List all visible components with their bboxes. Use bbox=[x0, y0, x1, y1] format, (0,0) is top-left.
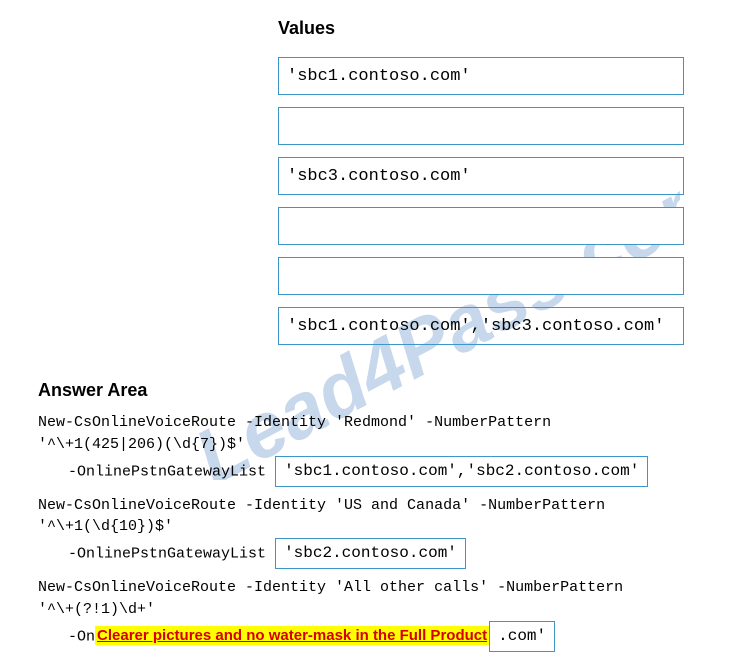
command-block: New-CsOnlineVoiceRoute -Identity 'US and… bbox=[38, 495, 708, 570]
promo-banner: Clearer pictures and no water-mask in th… bbox=[95, 626, 489, 645]
value-box[interactable] bbox=[278, 207, 684, 245]
gateway-prefix: -OnlinePstnGatewayList bbox=[68, 546, 266, 563]
value-text: 'sbc1.contoso.com','sbc3.contoso.com' bbox=[287, 317, 664, 336]
drop-target-box[interactable]: 'sbc2.contoso.com' bbox=[275, 538, 466, 569]
command-line: '^\+(?!1)\d+' bbox=[38, 599, 708, 621]
gateway-prefix: -On bbox=[68, 628, 95, 645]
value-text: 'sbc3.contoso.com' bbox=[287, 167, 471, 186]
drop-target-box[interactable]: .com' bbox=[489, 621, 555, 652]
answer-area: New-CsOnlineVoiceRoute -Identity 'Redmon… bbox=[38, 412, 708, 660]
value-box[interactable]: 'sbc1.contoso.com' bbox=[278, 57, 684, 95]
command-block: New-CsOnlineVoiceRoute -Identity 'Redmon… bbox=[38, 412, 708, 487]
command-block: New-CsOnlineVoiceRoute -Identity 'All ot… bbox=[38, 577, 708, 652]
command-line: New-CsOnlineVoiceRoute -Identity 'All ot… bbox=[38, 577, 708, 599]
value-box[interactable]: 'sbc3.contoso.com' bbox=[278, 157, 684, 195]
values-heading: Values bbox=[278, 18, 684, 39]
value-box[interactable] bbox=[278, 257, 684, 295]
value-text: 'sbc1.contoso.com' bbox=[287, 67, 471, 86]
command-line: -OnlinePstnGatewayList 'sbc2.contoso.com… bbox=[38, 538, 708, 569]
values-section: Values 'sbc1.contoso.com' 'sbc3.contoso.… bbox=[278, 18, 684, 357]
command-line: -OnClearer pictures and no water-mask in… bbox=[38, 621, 708, 652]
command-line: '^\+1(425|206)(\d{7})$' bbox=[38, 434, 708, 456]
command-line: -OnlinePstnGatewayList 'sbc1.contoso.com… bbox=[38, 456, 708, 487]
command-line: New-CsOnlineVoiceRoute -Identity 'Redmon… bbox=[38, 412, 708, 434]
answer-area-heading: Answer Area bbox=[38, 380, 147, 401]
command-line: '^\+1(\d{10})$' bbox=[38, 516, 708, 538]
gateway-prefix: -OnlinePstnGatewayList bbox=[68, 463, 266, 480]
drop-target-box[interactable]: 'sbc1.contoso.com','sbc2.contoso.com' bbox=[275, 456, 648, 487]
value-box[interactable] bbox=[278, 107, 684, 145]
command-line: New-CsOnlineVoiceRoute -Identity 'US and… bbox=[38, 495, 708, 517]
value-box[interactable]: 'sbc1.contoso.com','sbc3.contoso.com' bbox=[278, 307, 684, 345]
